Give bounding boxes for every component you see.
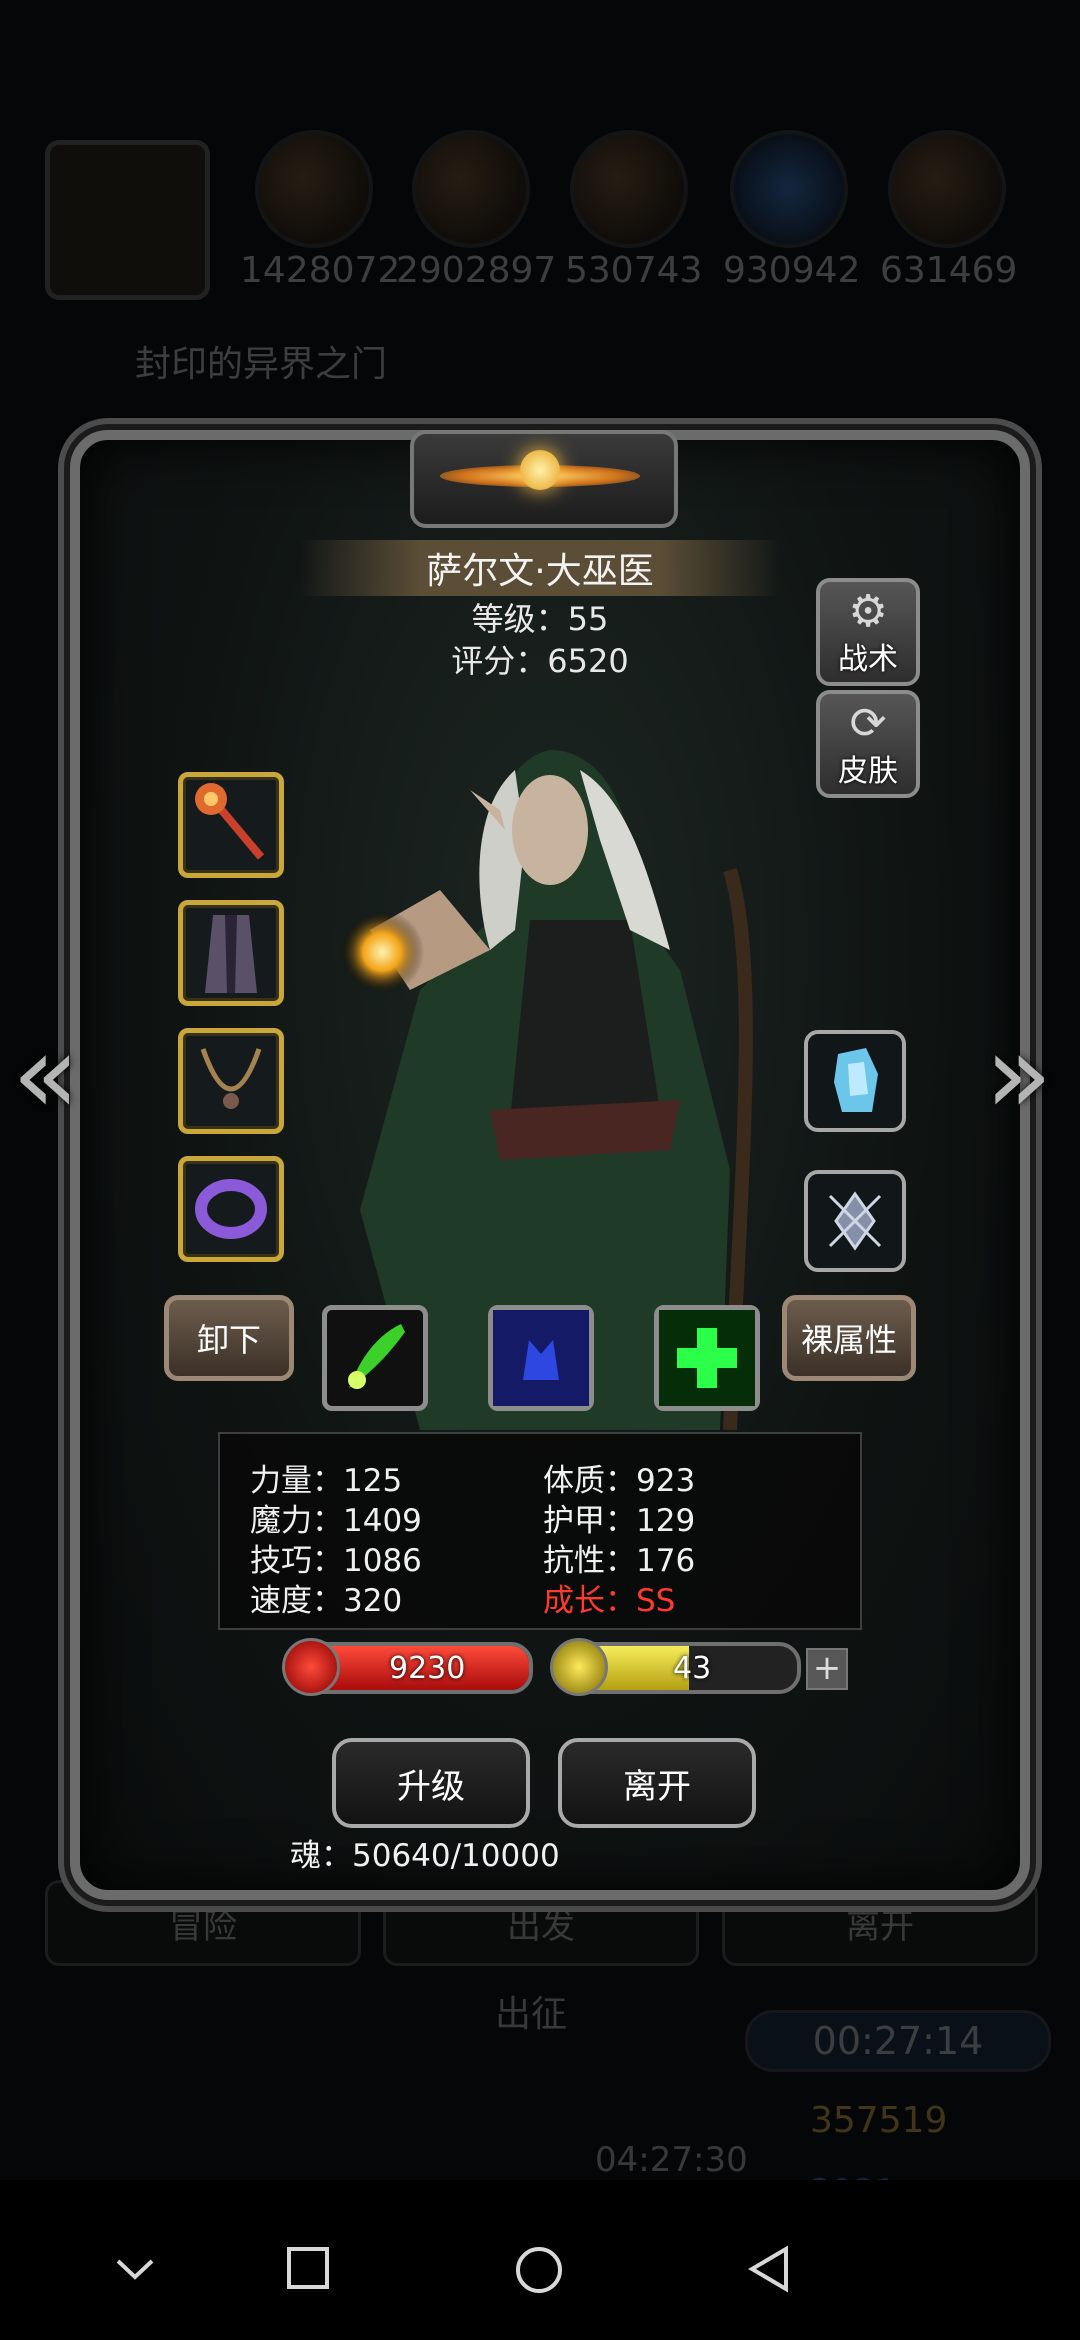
heart-icon (282, 1638, 340, 1696)
hero-name: 萨尔文·大巫医 (300, 540, 780, 596)
shadow-beast-skill-icon (493, 1310, 589, 1406)
clock: 04:27:30 (595, 2140, 748, 2180)
add-energy-button[interactable]: + (806, 1648, 848, 1690)
energy-value: 43 (673, 1650, 712, 1686)
unequip-button[interactable]: 卸下 (164, 1295, 294, 1381)
stat-growth: 成长：SS (543, 1583, 676, 1619)
tactics-button[interactable]: ⚙ 战术 (816, 578, 920, 686)
soul-counter: 魂：50640/10000 (290, 1838, 560, 1874)
gear-icon: ⚙ (848, 586, 888, 637)
hero-level: 等级：55 (471, 600, 609, 638)
robe-icon (205, 915, 257, 993)
weapon-slot[interactable] (178, 772, 284, 878)
resource-value: 2902897 (396, 250, 557, 291)
staff-icon (195, 783, 265, 860)
skill-slot[interactable] (322, 1305, 428, 1411)
necklace-slot[interactable] (178, 1028, 284, 1134)
lightning-icon (550, 1638, 608, 1696)
next-hero-arrow-icon[interactable]: » (985, 1010, 1052, 1138)
skill-slot[interactable] (488, 1305, 594, 1411)
resource-value: 631469 (880, 250, 1018, 291)
emblem-slot[interactable] (804, 1170, 906, 1272)
leave-button[interactable]: 离开 (558, 1738, 756, 1828)
crossed-swords-emblem-icon (828, 1191, 882, 1251)
moon-emblem-icon (520, 450, 560, 490)
skill-slot[interactable] (654, 1305, 760, 1411)
hp-value: 9230 (389, 1650, 466, 1686)
armor-swap-icon: ⟳ (849, 698, 887, 749)
skin-button[interactable]: ⟳ 皮肤 (816, 690, 920, 798)
player-portrait[interactable] (45, 140, 210, 300)
stat-resistance: 抗性：176 (543, 1543, 696, 1579)
base-attributes-button[interactable]: 裸属性 (782, 1295, 916, 1381)
tactics-label: 战术 (838, 642, 898, 677)
stat-strength: 力量：125 (250, 1463, 403, 1499)
necklace-icon (200, 1048, 262, 1109)
resource-icon (412, 130, 530, 248)
home-circle-icon[interactable] (514, 2245, 564, 2295)
timer: 00:27:14 (745, 2010, 1051, 2072)
stat-speed: 速度：320 (250, 1583, 403, 1619)
chevron-down-icon[interactable] (112, 2245, 158, 2291)
offhand-slot[interactable] (804, 1030, 906, 1132)
gold-amount: 357519 (810, 2100, 948, 2141)
recent-apps-square-icon[interactable] (285, 2245, 331, 2291)
resource-icon (888, 130, 1006, 248)
ring-icon (195, 1179, 267, 1239)
hero-score: 评分：6520 (451, 642, 629, 680)
prev-hero-arrow-icon[interactable]: « (12, 1010, 79, 1138)
stat-skill: 技巧：1086 (250, 1543, 422, 1579)
upgrade-button[interactable]: 升级 (332, 1738, 530, 1828)
resource-value: 930942 (723, 250, 861, 291)
stat-armor: 护甲：129 (543, 1503, 696, 1539)
campaign-label: 出征 (495, 1994, 568, 2035)
resource-icon (730, 130, 848, 248)
map-title: 封印的异界之门 (135, 344, 388, 385)
back-triangle-icon[interactable] (746, 2245, 792, 2293)
resource-icon (255, 130, 373, 248)
resource-icon (570, 130, 688, 248)
armor-slot[interactable] (178, 900, 284, 1006)
crystal-glove-icon (834, 1048, 878, 1112)
stat-constitution: 体质：923 (543, 1463, 696, 1499)
resource-value: 530743 (565, 250, 703, 291)
skin-label: 皮肤 (838, 754, 898, 789)
stat-magic: 魔力：1409 (250, 1503, 422, 1539)
healing-cross-skill-icon (659, 1310, 755, 1406)
resource-value: 1428072 (240, 250, 401, 291)
ring-slot[interactable] (178, 1156, 284, 1262)
green-comet-skill-icon (348, 1324, 405, 1389)
